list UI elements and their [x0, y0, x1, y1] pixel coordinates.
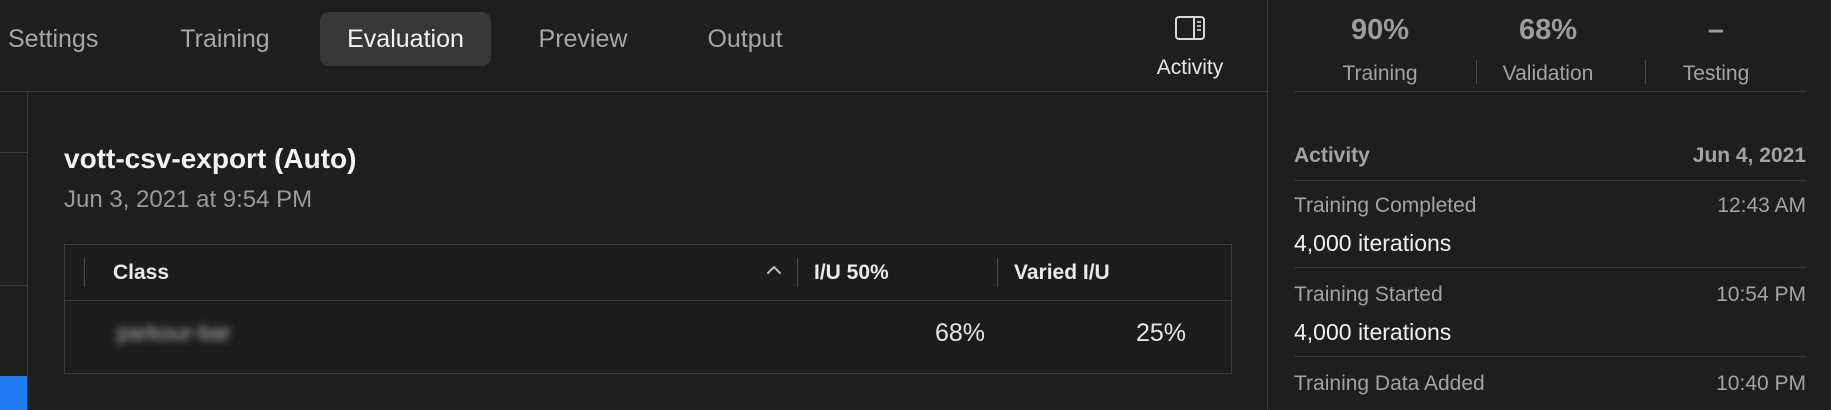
chevron-up-icon[interactable] — [765, 261, 783, 279]
activity-event-time: 10:40 PM — [1716, 372, 1806, 395]
main-pane: Settings Training Evaluation Preview Out… — [0, 0, 1267, 410]
iu50-cell: 68% — [934, 319, 985, 347]
activity-divider — [1294, 356, 1806, 357]
stat-label: Training — [1342, 62, 1418, 85]
activity-event-detail: 4,000 iterations — [1294, 230, 1452, 256]
table-row[interactable]: parkour-bar 68% 25% — [65, 301, 1231, 365]
activity-title: Activity — [1294, 144, 1370, 167]
stat-training: 90% Training — [1296, 10, 1464, 86]
tab-preview[interactable]: Preview — [518, 12, 648, 66]
stat-value: – — [1707, 14, 1725, 46]
activity-item: Training Started 10:54 PM 4,000 iteratio… — [1294, 269, 1806, 357]
column-divider — [84, 258, 85, 287]
activity-event-title: Training Completed — [1294, 194, 1477, 217]
column-header-varied-iu[interactable]: Varied I/U — [1014, 245, 1110, 300]
list-divider — [0, 285, 27, 286]
evaluation-table: Class I/U 50% Varied I/U parkour-bar 68%… — [64, 244, 1232, 374]
top-toolbar: Settings Training Evaluation Preview Out… — [0, 0, 1267, 92]
activity-item: Training Data Added 10:40 PM — [1294, 358, 1806, 410]
model-source-list — [0, 92, 28, 410]
column-header-class[interactable]: Class — [113, 245, 169, 300]
accuracy-summary: 90% Training 68% Validation – Testing — [1294, 0, 1806, 92]
activity-header: Activity Jun 4, 2021 — [1294, 140, 1806, 181]
column-header-iu50[interactable]: I/U 50% — [814, 245, 889, 300]
activity-event-title: Training Started — [1294, 283, 1443, 306]
activity-button-label: Activity — [1156, 56, 1224, 79]
activity-item: Training Completed 12:43 AM 4,000 iterat… — [1294, 180, 1806, 268]
sidebar-toggle-icon — [1175, 16, 1205, 40]
tab-evaluation[interactable]: Evaluation — [320, 12, 491, 66]
selected-list-item[interactable] — [0, 376, 27, 410]
stat-label: Validation — [1502, 62, 1594, 85]
class-name-cell: parkour-bar — [117, 320, 231, 345]
list-divider — [0, 152, 27, 153]
column-divider — [997, 258, 998, 287]
column-divider — [797, 258, 798, 287]
activity-inspector: 90% Training 68% Validation – Testing Ac… — [1267, 0, 1831, 410]
varied-iu-cell: 25% — [1135, 319, 1186, 347]
activity-event-detail: 4,000 iterations — [1294, 319, 1452, 345]
tab-settings[interactable]: Settings — [0, 12, 110, 66]
model-date: Jun 3, 2021 at 9:54 PM — [64, 186, 313, 213]
activity-divider — [1294, 267, 1806, 268]
activity-button[interactable]: Activity — [1140, 10, 1240, 85]
activity-event-title: Training Data Added — [1294, 372, 1485, 395]
activity-event-time: 12:43 AM — [1717, 194, 1806, 217]
activity-date: Jun 4, 2021 — [1692, 144, 1806, 167]
stat-testing: – Testing — [1632, 10, 1800, 86]
stat-value: 90% — [1350, 14, 1410, 46]
model-title: vott-csv-export (Auto) — [64, 143, 357, 174]
stat-validation: 68% Validation — [1464, 10, 1632, 86]
tab-output[interactable]: Output — [680, 12, 810, 66]
stat-label: Testing — [1682, 62, 1750, 85]
table-header: Class I/U 50% Varied I/U — [65, 245, 1231, 301]
activity-event-time: 10:54 PM — [1716, 283, 1806, 306]
stat-value: 68% — [1518, 14, 1578, 46]
tab-training[interactable]: Training — [160, 12, 290, 66]
